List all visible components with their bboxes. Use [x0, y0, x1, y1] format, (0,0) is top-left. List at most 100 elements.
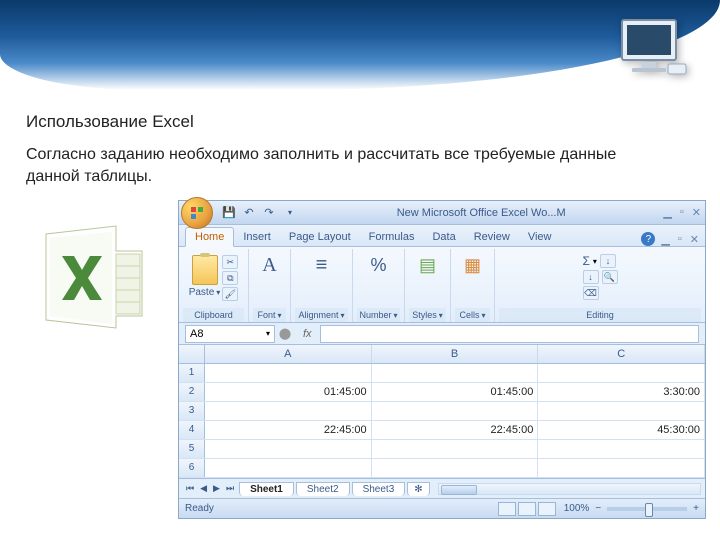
number-format-icon[interactable]: % — [365, 251, 393, 279]
sheet-tab-2[interactable]: Sheet2 — [296, 482, 350, 496]
select-all-corner[interactable] — [179, 345, 205, 363]
doc-close-button[interactable]: ✕ — [690, 233, 699, 246]
alignment-icon[interactable]: ≡ — [308, 251, 336, 279]
clear-icon[interactable]: ⌫ — [583, 286, 599, 300]
close-button[interactable]: ✕ — [692, 206, 701, 219]
minimize-button[interactable]: ▁ — [663, 206, 671, 219]
colhead-b[interactable]: B — [372, 345, 539, 363]
undo-icon[interactable]: ↶ — [242, 206, 256, 220]
cell[interactable]: 01:45:00 — [372, 383, 539, 401]
ribbon: Paste ✂ ⧉ 🖌 Clipboard A Font ≡ Alignment… — [179, 247, 705, 323]
autosum-icon[interactable]: Σ — [583, 254, 590, 268]
colhead-c[interactable]: C — [538, 345, 705, 363]
fill-icon[interactable]: ↓ — [583, 270, 599, 284]
view-pagelayout-icon[interactable] — [518, 502, 536, 516]
qat-customize-icon[interactable] — [282, 206, 296, 220]
cut-icon[interactable]: ✂ — [222, 255, 238, 269]
new-sheet-icon[interactable]: ✻ — [407, 482, 429, 496]
cell[interactable] — [538, 364, 705, 382]
styles-icon[interactable]: ▤ — [414, 251, 442, 279]
tab-data[interactable]: Data — [423, 228, 464, 246]
redo-icon[interactable]: ↷ — [262, 206, 276, 220]
zoom-out-icon[interactable]: − — [595, 503, 601, 514]
paste-icon[interactable] — [192, 255, 218, 285]
rowhead[interactable]: 1 — [179, 364, 205, 382]
cell[interactable] — [538, 402, 705, 420]
format-painter-icon[interactable]: 🖌 — [222, 287, 238, 301]
formula-bar-row: A8▾ ⬤ fx — [179, 323, 705, 345]
group-alignment-label[interactable]: Alignment — [295, 308, 348, 322]
excel-window: 💾 ↶ ↷ New Microsoft Office Excel Wo...M … — [178, 200, 706, 519]
fx-icon[interactable]: fx — [303, 328, 312, 340]
group-cells-label[interactable]: Cells — [455, 308, 490, 322]
office-button[interactable] — [181, 197, 213, 229]
cell[interactable]: 01:45:00 — [205, 383, 372, 401]
zoom-level[interactable]: 100% — [564, 503, 590, 514]
tab-formulas[interactable]: Formulas — [360, 228, 424, 246]
cell[interactable] — [205, 402, 372, 420]
status-ready: Ready — [185, 503, 214, 514]
cell[interactable]: 22:45:00 — [372, 421, 539, 439]
sheet-tab-1[interactable]: Sheet1 — [239, 482, 294, 496]
group-number-label[interactable]: Number — [357, 308, 400, 322]
sort-icon[interactable]: ↓ — [600, 254, 616, 268]
group-font-label[interactable]: Font — [253, 308, 286, 322]
cell[interactable]: 45:30:00 — [538, 421, 705, 439]
sheet-tab-3[interactable]: Sheet3 — [352, 482, 406, 496]
statusbar: Ready 100% − + — [179, 498, 705, 518]
cell[interactable] — [372, 440, 539, 458]
rowhead[interactable]: 5 — [179, 440, 205, 458]
tab-view[interactable]: View — [519, 228, 561, 246]
cell[interactable] — [205, 440, 372, 458]
cell[interactable] — [538, 459, 705, 477]
font-icon[interactable]: A — [256, 251, 284, 279]
tab-insert[interactable]: Insert — [234, 228, 280, 246]
view-normal-icon[interactable] — [498, 502, 516, 516]
cell[interactable]: 22:45:00 — [205, 421, 372, 439]
restore-button[interactable]: ▫ — [680, 206, 684, 219]
sheet-nav-first-icon[interactable]: ⏮ — [183, 483, 197, 494]
zoom-slider[interactable] — [607, 507, 687, 511]
copy-icon[interactable]: ⧉ — [222, 271, 238, 285]
view-pagebreak-icon[interactable] — [538, 502, 556, 516]
tab-review[interactable]: Review — [465, 228, 519, 246]
rowhead[interactable]: 3 — [179, 402, 205, 420]
save-icon[interactable]: 💾 — [222, 206, 236, 220]
rowhead[interactable]: 4 — [179, 421, 205, 439]
group-clipboard-label: Clipboard — [183, 308, 244, 322]
tab-pagelayout[interactable]: Page Layout — [280, 228, 360, 246]
grid[interactable]: 1 201:45:0001:45:003:30:00 3 422:45:0022… — [179, 364, 705, 478]
group-styles-label[interactable]: Styles — [409, 308, 446, 322]
doc-minimize-button[interactable]: ▁ — [661, 233, 669, 246]
page-subtitle: Согласно заданию необходимо заполнить и … — [26, 144, 666, 187]
cells-icon[interactable]: ▦ — [459, 251, 487, 279]
help-icon[interactable]: ? — [641, 232, 655, 246]
page-title: Использование Excel — [26, 112, 194, 132]
cell[interactable] — [538, 440, 705, 458]
namebox-expand-icon[interactable]: ⬤ — [275, 327, 295, 340]
column-headers: A B C — [179, 345, 705, 364]
find-icon[interactable]: 🔍 — [602, 270, 618, 284]
sheet-nav-last-icon[interactable]: ⏭ — [223, 483, 237, 494]
rowhead[interactable]: 6 — [179, 459, 205, 477]
computer-icon — [618, 18, 690, 81]
colhead-a[interactable]: A — [205, 345, 372, 363]
titlebar: 💾 ↶ ↷ New Microsoft Office Excel Wo...M … — [179, 201, 705, 225]
name-box[interactable]: A8▾ — [185, 325, 275, 343]
paste-button[interactable]: Paste — [189, 287, 221, 298]
sheet-nav-next-icon[interactable]: ▶ — [210, 483, 223, 494]
tab-home[interactable]: Home — [185, 227, 234, 247]
sheet-nav-prev-icon[interactable]: ◀ — [197, 483, 210, 494]
cell[interactable]: 3:30:00 — [538, 383, 705, 401]
formula-bar[interactable] — [320, 325, 699, 343]
cell[interactable] — [372, 402, 539, 420]
cell[interactable] — [205, 459, 372, 477]
horizontal-scrollbar[interactable] — [438, 483, 701, 495]
cell[interactable] — [372, 459, 539, 477]
zoom-in-icon[interactable]: + — [693, 503, 699, 514]
group-editing-label: Editing — [499, 308, 701, 322]
rowhead[interactable]: 2 — [179, 383, 205, 401]
cell[interactable] — [372, 364, 539, 382]
cell[interactable] — [205, 364, 372, 382]
doc-restore-button[interactable]: ▫ — [678, 233, 682, 246]
